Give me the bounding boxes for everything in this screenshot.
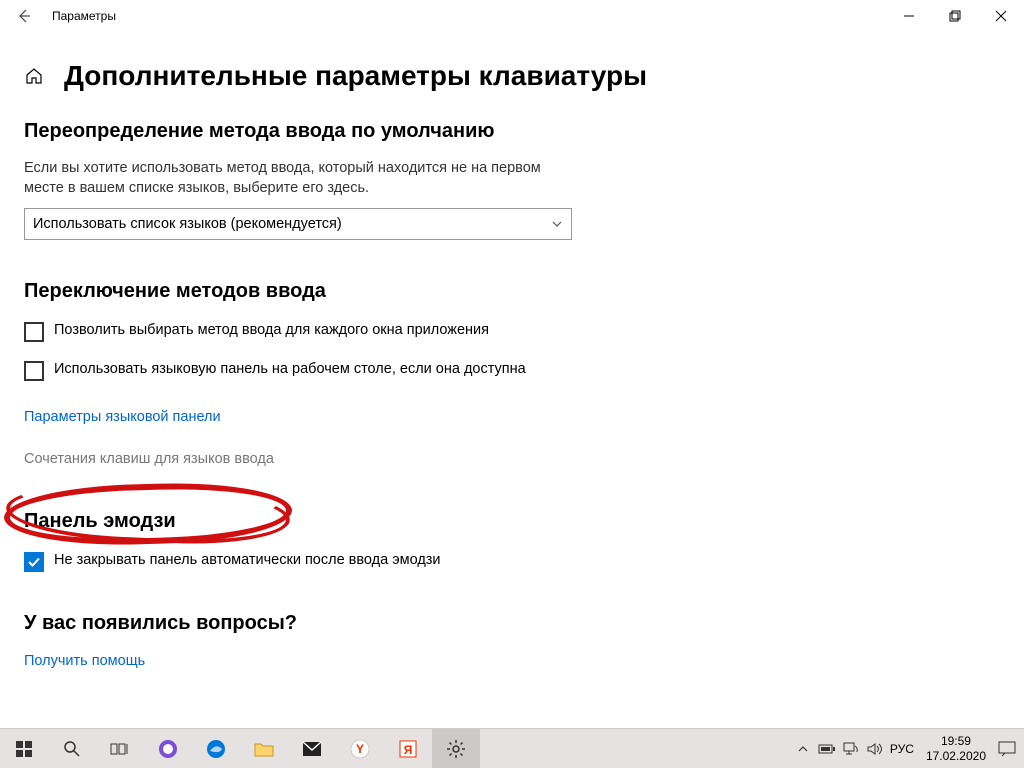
page-title: Дополнительные параметры клавиатуры (64, 60, 647, 92)
checkbox-emoji-panel[interactable] (24, 552, 44, 572)
minimize-icon (903, 10, 915, 22)
windows-icon (15, 740, 33, 758)
gear-icon (446, 739, 466, 759)
tray-volume[interactable] (866, 740, 884, 758)
svg-text:Я: Я (404, 743, 413, 757)
maximize-button[interactable] (932, 0, 978, 32)
chevron-down-icon (551, 218, 563, 230)
search-icon (63, 740, 81, 758)
tray-language[interactable]: РУС (890, 742, 914, 756)
tray-battery[interactable] (818, 740, 836, 758)
minimize-button[interactable] (886, 0, 932, 32)
checkbox-per-window[interactable] (24, 322, 44, 342)
taskbar-app-yandex[interactable]: Я (384, 729, 432, 768)
taskbar-app-yandex-browser[interactable]: Y (336, 729, 384, 768)
back-button[interactable] (0, 0, 48, 32)
taskbar-app-edge[interactable] (192, 729, 240, 768)
default-input-method-dropdown[interactable]: Использовать список языков (рекомендуетс… (24, 208, 572, 240)
checkbox-per-window-label: Позволить выбирать метод ввода для каждо… (54, 321, 489, 341)
titlebar: Параметры (0, 0, 1024, 32)
taskbar-app-explorer[interactable] (240, 729, 288, 768)
taskbar-app-alice[interactable] (144, 729, 192, 768)
taskbar-app-mail[interactable] (288, 729, 336, 768)
volume-icon (867, 742, 883, 756)
tray-notifications[interactable] (998, 740, 1016, 758)
chevron-up-icon (798, 744, 808, 754)
taskbar-app-settings[interactable] (432, 729, 480, 768)
edge-icon (206, 739, 226, 759)
taskview-icon (110, 741, 130, 757)
alice-icon (158, 739, 178, 759)
hotkeys-link[interactable]: Сочетания клавиш для языков ввода (24, 451, 274, 467)
get-help-link[interactable]: Получить помощь (24, 653, 145, 669)
maximize-icon (949, 10, 961, 22)
yandex-icon: Я (398, 739, 418, 759)
svg-text:Y: Y (356, 742, 364, 756)
mail-icon (302, 741, 322, 757)
lang-bar-options-link[interactable]: Параметры языковой панели (24, 409, 221, 425)
tray-clock[interactable]: 19:59 17.02.2020 (920, 734, 992, 763)
tray-date: 17.02.2020 (926, 749, 986, 763)
window-title: Параметры (48, 9, 116, 23)
tray-network[interactable] (842, 740, 860, 758)
start-button[interactable] (0, 729, 48, 768)
task-view-button[interactable] (96, 729, 144, 768)
section-switch-title: Переключение методов ввода (24, 280, 1000, 303)
section-emoji-title: Панель эмодзи (24, 510, 1000, 533)
battery-icon (818, 743, 836, 755)
taskbar: Y Я РУС 19:59 17.02.2020 (0, 728, 1024, 768)
dropdown-label: Использовать список языков (рекомендуетс… (33, 216, 551, 232)
home-icon[interactable] (24, 66, 44, 86)
tray-show-hidden[interactable] (794, 740, 812, 758)
checkbox-emoji-panel-label: Не закрывать панель автоматически после … (54, 551, 441, 571)
arrow-left-icon (16, 8, 32, 24)
notification-icon (998, 741, 1016, 757)
checkbox-lang-bar-label: Использовать языковую панель на рабочем … (54, 360, 526, 380)
close-icon (995, 10, 1007, 22)
checkbox-lang-bar[interactable] (24, 361, 44, 381)
wifi-icon (843, 742, 859, 756)
section-override-title: Переопределение метода ввода по умолчани… (24, 120, 1000, 143)
folder-icon (254, 740, 274, 758)
section-help-title: У вас появились вопросы? (24, 612, 1000, 635)
search-button[interactable] (48, 729, 96, 768)
tray-time: 19:59 (926, 734, 986, 748)
yandex-browser-icon: Y (350, 739, 370, 759)
close-button[interactable] (978, 0, 1024, 32)
section-override-desc: Если вы хотите использовать метод ввода,… (24, 159, 564, 198)
check-icon (27, 555, 41, 569)
